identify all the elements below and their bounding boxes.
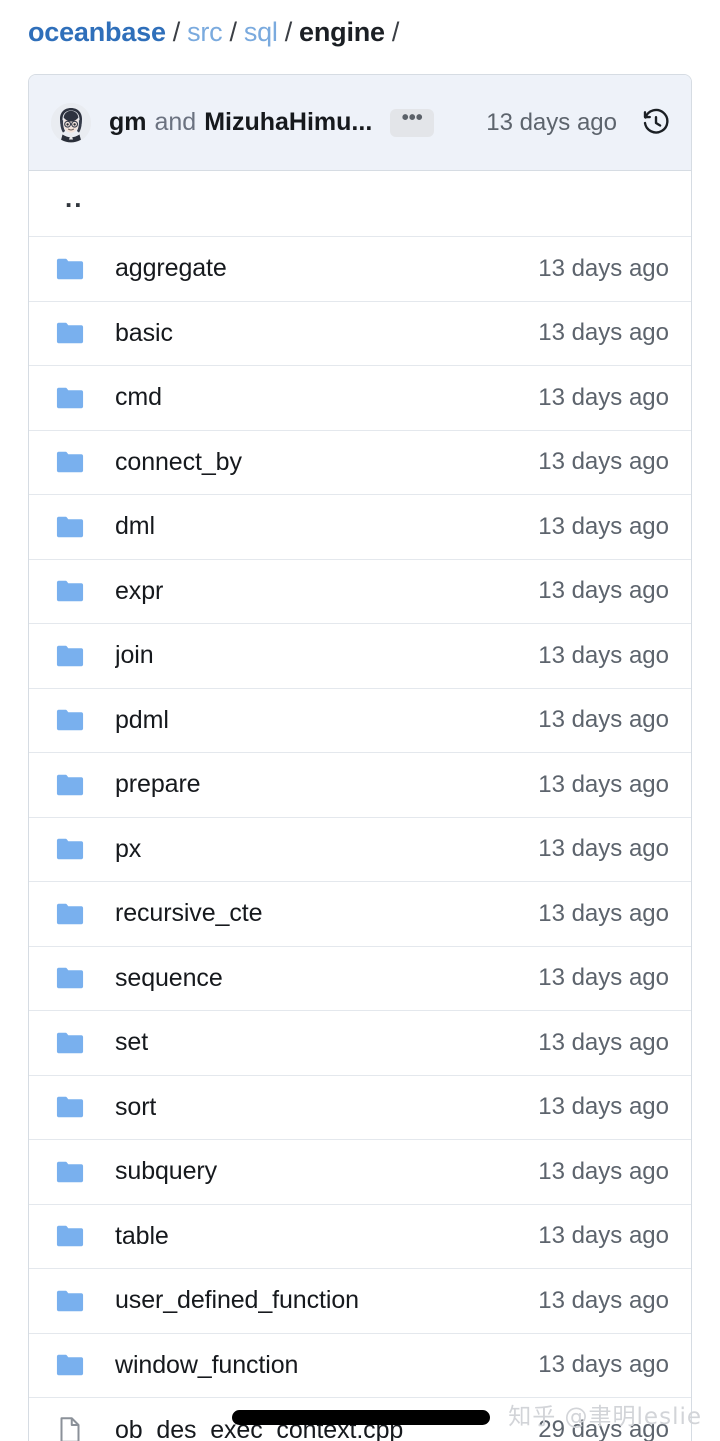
folder-icon [53,574,87,608]
directory-entry-list: aggregate 13 days ago basic 13 days ago cmd 1… [29,237,691,1441]
breadcrumb-separator: / [229,16,238,47]
directory-name[interactable]: table [115,1222,169,1251]
directory-row[interactable]: table 13 days ago [29,1204,691,1269]
folder-icon [53,768,87,802]
directory-name[interactable]: connect_by [115,448,242,477]
directory-row[interactable]: connect_by 13 days ago [29,430,691,495]
watermark: 知乎 @聿明leslie [508,1404,702,1430]
directory-name[interactable]: recursive_cte [115,899,262,928]
folder-icon [53,832,87,866]
directory-name[interactable]: subquery [115,1157,217,1186]
entry-timestamp: 13 days ago [538,899,669,927]
breadcrumb-separator: / [284,16,293,47]
folder-icon [53,510,87,544]
commit-author-primary[interactable]: gm [109,108,147,137]
history-clock-icon[interactable] [639,106,673,140]
directory-row[interactable]: pdml 13 days ago [29,688,691,753]
folder-icon [53,316,87,350]
folder-icon [53,1348,87,1382]
directory-row[interactable]: cmd 13 days ago [29,366,691,431]
entry-timestamp: 13 days ago [538,1351,669,1379]
directory-name[interactable]: set [115,1028,148,1057]
directory-row[interactable]: px 13 days ago [29,817,691,882]
entry-timestamp: 13 days ago [538,319,669,347]
entry-timestamp: 13 days ago [538,835,669,863]
commit-author-secondary[interactable]: MizuhaHimu... [204,108,372,137]
entry-timestamp: 13 days ago [538,1286,669,1314]
parent-directory-label: .. [65,182,84,213]
latest-commit-header: gm and MizuhaHimu... ••• 13 days ago [29,75,691,171]
folder-icon [53,961,87,995]
directory-name[interactable]: sort [115,1093,156,1122]
directory-name[interactable]: join [115,641,154,670]
directory-row[interactable]: prepare 13 days ago [29,753,691,818]
entry-timestamp: 13 days ago [538,706,669,734]
commit-author-conjunction: and [154,108,197,136]
breadcrumb: oceanbase / src / sql / engine / [28,12,406,52]
directory-name[interactable]: aggregate [115,254,227,283]
redaction-bar [232,1410,490,1425]
breadcrumb-segment-src[interactable]: src [187,17,223,48]
breadcrumb-separator: / [391,16,400,47]
entry-timestamp: 13 days ago [538,1157,669,1185]
directory-row[interactable]: join 13 days ago [29,624,691,689]
directory-row[interactable]: user_defined_function 13 days ago [29,1269,691,1334]
directory-name[interactable]: sequence [115,964,223,993]
directory-name[interactable]: cmd [115,383,162,412]
directory-row[interactable]: sort 13 days ago [29,1075,691,1140]
folder-icon [53,1090,87,1124]
entry-timestamp: 13 days ago [538,641,669,669]
file-icon [53,1413,87,1441]
directory-name[interactable]: expr [115,577,163,606]
parent-directory-row[interactable]: .. [29,171,691,237]
directory-row[interactable]: recursive_cte 13 days ago [29,882,691,947]
directory-row[interactable]: basic 13 days ago [29,301,691,366]
directory-row[interactable]: dml 13 days ago [29,495,691,560]
breadcrumb-separator: / [172,16,181,47]
folder-icon [53,703,87,737]
entry-timestamp: 13 days ago [538,512,669,540]
directory-row[interactable]: expr 13 days ago [29,559,691,624]
folder-icon [53,252,87,286]
file-browser-card: gm and MizuhaHimu... ••• 13 days ago .. … [28,74,692,1441]
commit-timestamp: 13 days ago [486,108,617,136]
folder-icon [53,1219,87,1253]
entry-timestamp: 13 days ago [538,577,669,605]
directory-name[interactable]: prepare [115,770,200,799]
entry-timestamp: 13 days ago [538,448,669,476]
directory-name[interactable]: basic [115,319,173,348]
directory-name[interactable]: window_function [115,1351,298,1380]
entry-timestamp: 13 days ago [538,383,669,411]
entry-timestamp: 13 days ago [538,964,669,992]
entry-timestamp: 13 days ago [538,254,669,282]
directory-row[interactable]: aggregate 13 days ago [29,237,691,302]
folder-icon [53,1155,87,1189]
breadcrumb-segment-engine: engine [299,16,385,47]
directory-name[interactable]: user_defined_function [115,1286,359,1315]
directory-row[interactable]: window_function 13 days ago [29,1333,691,1398]
breadcrumb-segment-sql[interactable]: sql [244,17,278,48]
directory-name[interactable]: px [115,835,141,864]
breadcrumb-segment-oceanbase[interactable]: oceanbase [28,17,166,48]
directory-name[interactable]: dml [115,512,155,541]
folder-icon [53,381,87,415]
directory-row[interactable]: set 13 days ago [29,1011,691,1076]
github-directory-page: oceanbase / src / sql / engine / gm and … [0,0,720,1441]
entry-timestamp: 13 days ago [538,770,669,798]
commit-authors: gm and MizuhaHimu... [109,108,372,137]
entry-timestamp: 13 days ago [538,1222,669,1250]
commit-message-expand-button[interactable]: ••• [390,108,435,137]
folder-icon [53,639,87,673]
directory-row[interactable]: subquery 13 days ago [29,1140,691,1205]
directory-name[interactable]: pdml [115,706,169,735]
folder-icon [53,1284,87,1318]
directory-row[interactable]: sequence 13 days ago [29,946,691,1011]
folder-icon [53,445,87,479]
entry-timestamp: 13 days ago [538,1093,669,1121]
folder-icon [53,897,87,931]
entry-timestamp: 13 days ago [538,1028,669,1056]
user-avatar-icon[interactable] [51,102,91,143]
folder-icon [53,1026,87,1060]
